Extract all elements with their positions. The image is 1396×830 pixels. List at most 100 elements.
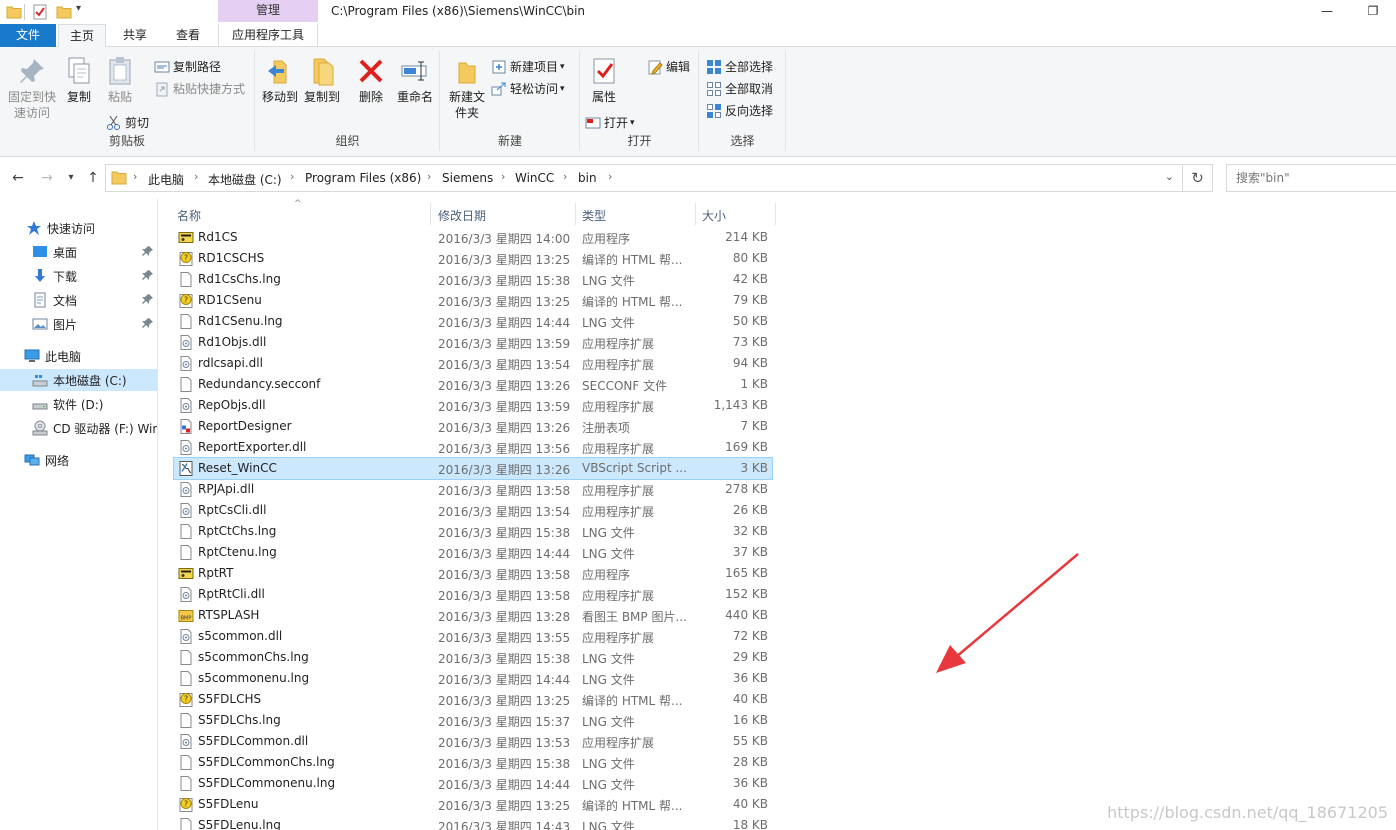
folder-icon[interactable] — [6, 4, 22, 20]
breadcrumb-this-pc[interactable]: 此电脑 — [148, 171, 184, 188]
file-row[interactable]: S5FDLCommonChs.lng 2016/3/3 星期四 15:38 LNG … — [174, 752, 772, 773]
new-folder-button[interactable]: 新建文件夹 — [445, 55, 489, 121]
column-resize-handle[interactable] — [430, 203, 431, 225]
file-row[interactable]: ? RD1CSenu 2016/3/3 星期四 13:25 编译的 HTML 帮...… — [174, 290, 772, 311]
file-name: rdlcsapi.dll — [198, 356, 263, 370]
breadcrumb-local-c[interactable]: 本地磁盘 (C:) — [208, 171, 282, 188]
delete-x-icon — [359, 59, 383, 83]
nav-downloads[interactable]: 下载 — [0, 265, 157, 287]
chm-file-icon: ? — [179, 798, 193, 812]
breadcrumb-program-files[interactable]: Program Files (x86) — [305, 171, 421, 185]
tab-app-tools[interactable]: 应用程序工具 — [218, 24, 318, 47]
quick-access-dropdown-icon[interactable]: ▾ — [76, 3, 81, 14]
file-row[interactable]: RptCsCli.dll 2016/3/3 星期四 13:54 应用程序扩展 26 K… — [174, 500, 772, 521]
nav-cd-drive-f[interactable]: CD 驱动器 (F:) Win — [0, 417, 157, 439]
file-row[interactable]: ? RD1CSCHS 2016/3/3 星期四 13:25 编译的 HTML 帮...… — [174, 248, 772, 269]
properties-button[interactable]: 属性 — [587, 55, 621, 105]
paste-shortcut-button[interactable]: 粘贴快捷方式 — [154, 79, 245, 99]
nav-local-disk-c[interactable]: 本地磁盘 (C:) — [0, 369, 157, 391]
new-item-button[interactable]: 新建项目 ▾ — [491, 57, 565, 77]
select-none-button[interactable]: 全部取消 — [706, 79, 773, 99]
file-row[interactable]: RptRT 2016/3/3 星期四 13:58 应用程序 165 KB — [174, 563, 772, 584]
nav-this-pc[interactable]: 此电脑 — [0, 345, 157, 367]
file-row[interactable]: s5commonenu.lng 2016/3/3 星期四 14:44 LNG 文件 3… — [174, 668, 772, 689]
search-input[interactable] — [1226, 164, 1396, 192]
address-dropdown-chevron-icon[interactable]: ⌄ — [1165, 170, 1174, 183]
pin-icon[interactable] — [142, 245, 154, 257]
forward-arrow-icon[interactable]: → — [38, 169, 56, 187]
file-row[interactable]: Rd1CSenu.lng 2016/3/3 星期四 14:44 LNG 文件 50 K… — [174, 311, 772, 332]
column-header-type[interactable]: 类型 — [582, 207, 606, 224]
column-header-date[interactable]: 修改日期 — [438, 207, 486, 224]
file-row[interactable]: Rd1CsChs.lng 2016/3/3 星期四 15:38 LNG 文件 42 K… — [174, 269, 772, 290]
invert-selection-button[interactable]: 反向选择 — [706, 101, 773, 121]
rename-button[interactable]: 重命名 — [394, 55, 436, 105]
copy-to-button[interactable]: 复制到 — [302, 55, 342, 105]
nav-drive-d[interactable]: 软件 (D:) — [0, 393, 157, 415]
new-folder-icon[interactable] — [56, 4, 72, 20]
address-bar[interactable]: › 此电脑 › 本地磁盘 (C:) › Program Files (x86) … — [105, 164, 1183, 192]
restore-button[interactable]: ❐ — [1350, 0, 1396, 22]
file-row[interactable]: S5FDLenu.lng 2016/3/3 星期四 14:43 LNG 文件 18 K… — [174, 815, 772, 830]
file-row[interactable]: S5FDLCommonenu.lng 2016/3/3 星期四 14:44 LNG … — [174, 773, 772, 794]
file-row[interactable]: Reset_WinCC 2016/3/3 星期四 13:26 VBScript Sc… — [173, 457, 773, 480]
file-row[interactable]: S5FDLChs.lng 2016/3/3 星期四 15:37 LNG 文件 16 K… — [174, 710, 772, 731]
tab-view[interactable]: 查看 — [164, 24, 212, 47]
copy-path-button[interactable]: 复制路径 — [154, 57, 221, 77]
recent-locations-chevron-icon[interactable]: ▾ — [62, 169, 80, 187]
file-row[interactable]: RptCtenu.lng 2016/3/3 星期四 14:44 LNG 文件 37 K… — [174, 542, 772, 563]
breadcrumb-wincc[interactable]: WinCC — [515, 171, 554, 185]
file-row[interactable]: Rd1CS 2016/3/3 星期四 14:00 应用程序 214 KB — [174, 227, 772, 248]
properties-check-icon[interactable] — [32, 4, 48, 20]
back-arrow-icon[interactable]: ← — [9, 169, 27, 187]
up-arrow-icon[interactable]: ↑ — [84, 169, 102, 187]
file-row[interactable]: S5FDLCommon.dll 2016/3/3 星期四 13:53 应用程序扩展 5… — [174, 731, 772, 752]
nav-quick-access[interactable]: 快速访问 — [0, 217, 157, 239]
nav-desktop[interactable]: 桌面 — [0, 241, 157, 263]
cut-button[interactable]: 剪切 — [106, 113, 149, 133]
nav-network[interactable]: 网络 — [0, 449, 157, 471]
dll-file-icon — [180, 734, 192, 749]
file-row[interactable]: Redundancy.secconf 2016/3/3 星期四 13:26 SECC… — [174, 374, 772, 395]
pin-quick-access-button[interactable]: 固定到快速访问 — [4, 55, 60, 121]
file-row[interactable]: ReportExporter.dll 2016/3/3 星期四 13:56 应用程序… — [174, 437, 772, 458]
pin-icon[interactable] — [142, 293, 154, 305]
file-row[interactable]: RptRtCli.dll 2016/3/3 星期四 13:58 应用程序扩展 152 … — [174, 584, 772, 605]
column-header-size[interactable]: 大小 — [702, 207, 726, 224]
file-row[interactable]: RptCtChs.lng 2016/3/3 星期四 15:38 LNG 文件 32 K… — [174, 521, 772, 542]
pin-icon[interactable] — [142, 269, 154, 281]
breadcrumb-siemens[interactable]: Siemens — [442, 171, 493, 185]
copy-button[interactable]: 复制 — [62, 55, 96, 105]
pin-icon[interactable] — [142, 317, 154, 329]
paste-button[interactable]: 粘贴 — [102, 55, 138, 105]
refresh-icon[interactable]: ↻ — [1183, 164, 1213, 192]
column-resize-handle[interactable] — [775, 203, 776, 225]
tab-home[interactable]: 主页 — [58, 24, 106, 48]
file-type: LNG 文件 — [582, 820, 635, 830]
file-row[interactable]: Rd1Objs.dll 2016/3/3 星期四 13:59 应用程序扩展 73 KB — [174, 332, 772, 353]
nav-pictures[interactable]: 图片 — [0, 313, 157, 335]
file-row[interactable]: rdlcsapi.dll 2016/3/3 星期四 13:54 应用程序扩展 94 K… — [174, 353, 772, 374]
file-row[interactable]: RepObjs.dll 2016/3/3 星期四 13:59 应用程序扩展 1,143… — [174, 395, 772, 416]
file-row[interactable]: BMP RTSPLASH 2016/3/3 星期四 13:28 看图王 BMP 图片.… — [174, 605, 772, 626]
delete-button[interactable]: 删除 — [354, 55, 388, 105]
tab-share[interactable]: 共享 — [112, 24, 158, 47]
file-row[interactable]: ReportDesigner 2016/3/3 星期四 13:26 注册表项 7 KB — [174, 416, 772, 437]
nav-documents[interactable]: 文档 — [0, 289, 157, 311]
file-row[interactable]: s5common.dll 2016/3/3 星期四 13:55 应用程序扩展 72 K… — [174, 626, 772, 647]
move-to-button[interactable]: 移动到 — [260, 55, 300, 105]
edit-button[interactable]: 编辑 — [647, 57, 690, 77]
file-row[interactable]: RPJApi.dll 2016/3/3 星期四 13:58 应用程序扩展 278 KB — [174, 479, 772, 500]
minimize-button[interactable]: — — [1304, 0, 1350, 22]
column-resize-handle[interactable] — [575, 203, 576, 225]
file-row[interactable]: ? S5FDLenu 2016/3/3 星期四 13:25 编译的 HTML 帮...… — [174, 794, 772, 815]
column-header-name[interactable]: 名称 — [177, 207, 201, 224]
easy-access-button[interactable]: 轻松访问 ▾ — [491, 79, 565, 99]
breadcrumb-bin[interactable]: bin — [578, 171, 597, 185]
file-row[interactable]: s5commonChs.lng 2016/3/3 星期四 15:38 LNG 文件 2… — [174, 647, 772, 668]
column-resize-handle[interactable] — [695, 203, 696, 225]
tab-file[interactable]: 文件 — [0, 24, 56, 47]
file-row[interactable]: ? S5FDLCHS 2016/3/3 星期四 13:25 编译的 HTML 帮...… — [174, 689, 772, 710]
select-all-button[interactable]: 全部选择 — [706, 57, 773, 77]
open-button[interactable]: 打开 ▾ — [585, 113, 635, 133]
